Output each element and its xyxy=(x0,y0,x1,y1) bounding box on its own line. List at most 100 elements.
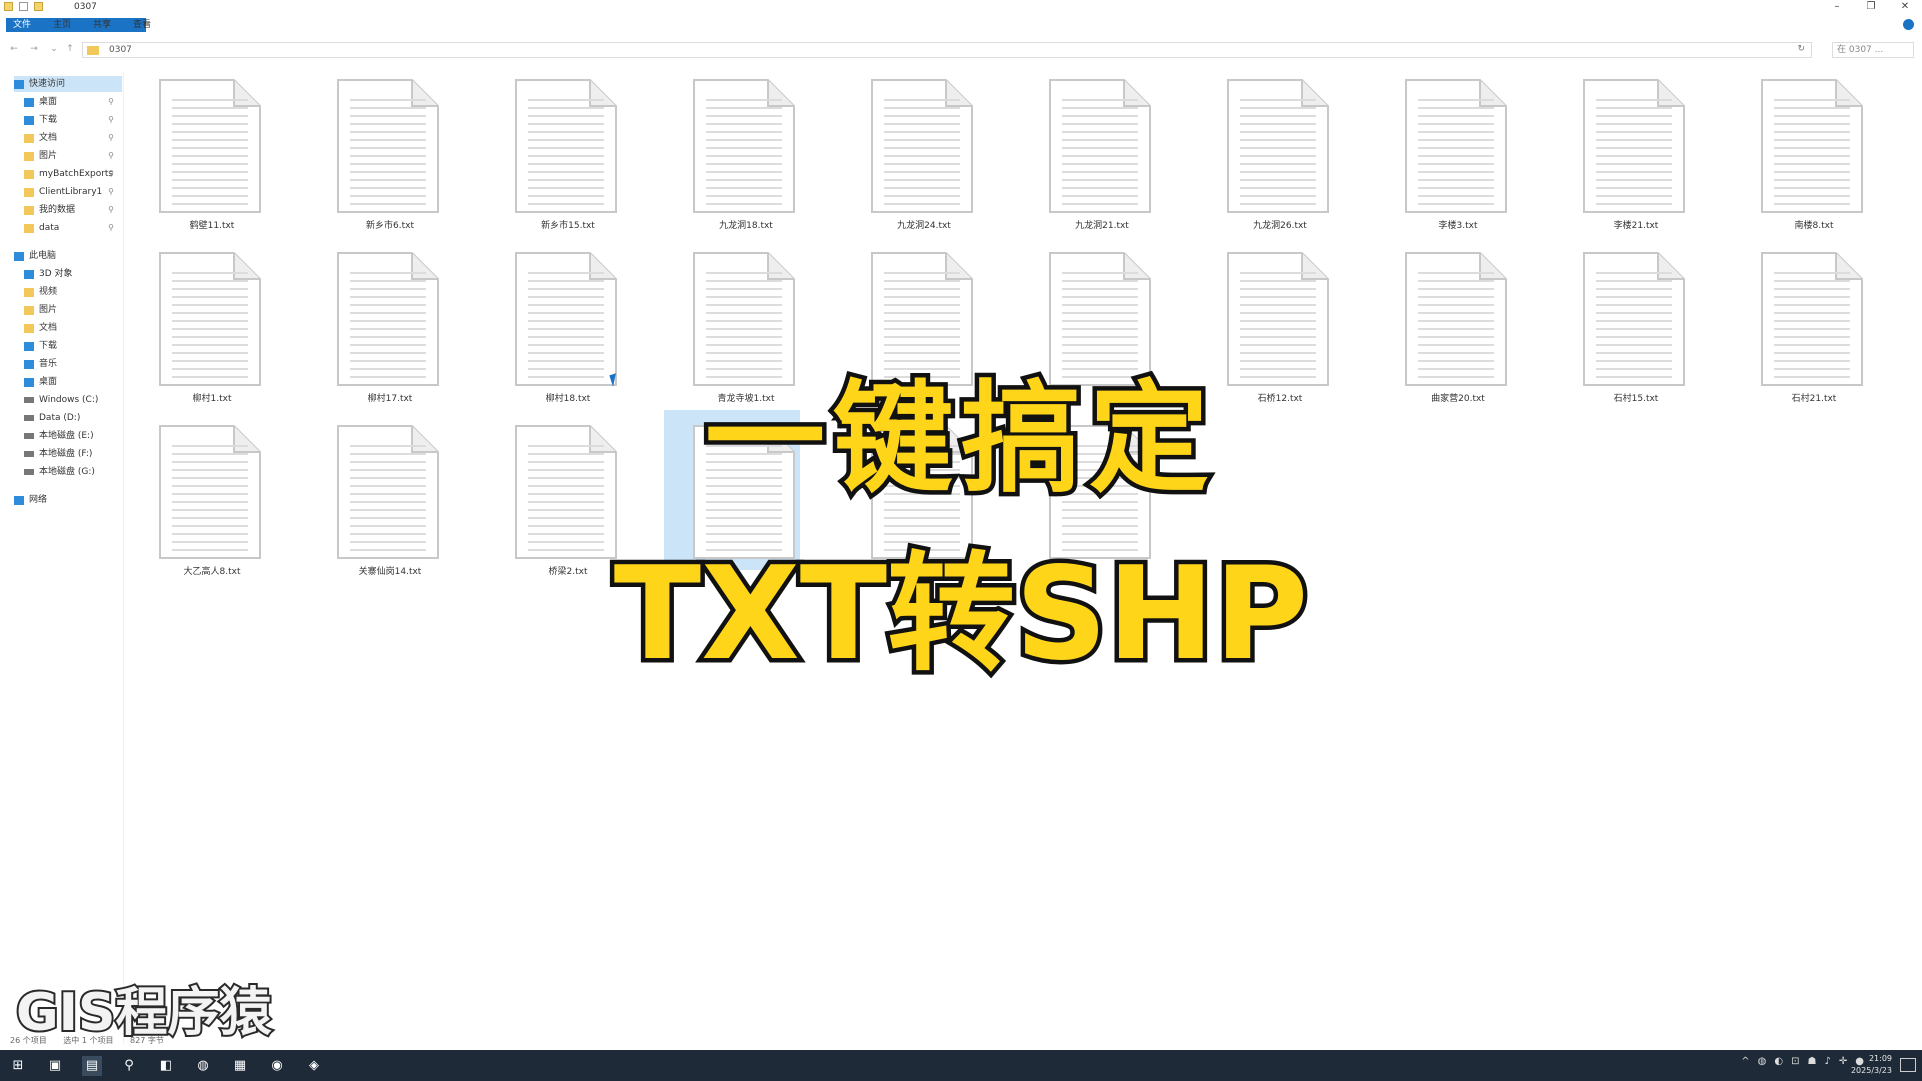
sidebar-item[interactable]: 下载 ⚲ xyxy=(24,112,120,128)
sidebar-item[interactable]: 视频 xyxy=(24,284,120,300)
sidebar-item-label: 文档 xyxy=(39,133,58,143)
text-file-icon xyxy=(1760,78,1864,214)
tray-icon[interactable]: ✛ xyxy=(1839,1056,1847,1067)
app3-taskbar-button[interactable]: ◈ xyxy=(304,1056,324,1076)
text-file-icon xyxy=(158,251,262,387)
search-input[interactable]: 在 0307 ... xyxy=(1832,42,1914,58)
video-icon xyxy=(24,287,34,297)
text-file-icon xyxy=(692,251,796,387)
tab-home[interactable]: 主页 xyxy=(46,18,78,32)
text-file-icon xyxy=(1226,78,1330,214)
selection-count: 选中 1 个项目 xyxy=(63,1036,114,1045)
address-field[interactable]: 0307 ↻ xyxy=(82,42,1812,58)
clock[interactable]: 21:09 2025/3/23 xyxy=(1851,1053,1892,1077)
close-button[interactable]: ✕ xyxy=(1888,0,1922,16)
text-file-icon xyxy=(1404,251,1508,387)
taskbar: ^ ◍ ◐ ⊡ ☗ ♪ ✛ ● 21:09 2025/3/23 ⊞ ▣ ▤ ⚲ ◧ ◍ ▦ ◉ ◈ xyxy=(0,1050,1922,1081)
sidebar-item-label: myBatchExports xyxy=(39,169,114,179)
folder-icon[interactable] xyxy=(4,2,13,11)
file-item[interactable]: 南楼8.txt xyxy=(1730,70,1870,242)
sidebar-item[interactable]: 此电脑 xyxy=(14,248,122,264)
window-title: 0307 xyxy=(74,2,97,12)
sidebar-item[interactable]: 桌面 ⚲ xyxy=(24,94,120,110)
sidebar-item[interactable]: myBatchExports ⚲ xyxy=(24,166,120,182)
notification-icon[interactable] xyxy=(1900,1058,1916,1072)
clock-time: 21:09 xyxy=(1868,1054,1892,1063)
app-taskbar-button[interactable]: ◧ xyxy=(156,1056,176,1076)
cube-icon xyxy=(24,269,34,279)
file-explorer-taskbar-button[interactable]: ▤ xyxy=(82,1056,102,1076)
file-item[interactable]: 九龙洞21.txt xyxy=(1018,70,1158,242)
tab-share[interactable]: 共享 xyxy=(86,18,118,32)
sidebar-item[interactable]: 文档 ⚲ xyxy=(24,130,120,146)
sidebar-item-label: 图片 xyxy=(39,305,58,315)
file-item[interactable]: 鹤壁11.txt xyxy=(128,70,268,242)
computer-icon xyxy=(14,251,24,261)
sidebar-item[interactable]: 下载 xyxy=(24,338,120,354)
folder-icon xyxy=(87,46,99,55)
sidebar-item[interactable]: 图片 xyxy=(24,302,120,318)
back-arrow-icon[interactable]: ← xyxy=(8,44,20,54)
up-arrow-icon[interactable]: ↑ xyxy=(64,44,76,54)
sidebar-item-label: 文档 xyxy=(39,323,58,333)
file-item[interactable]: 九龙洞26.txt xyxy=(1196,70,1336,242)
file-name: 新乡市15.txt xyxy=(541,221,595,231)
document-icon xyxy=(24,323,34,333)
picture-icon xyxy=(24,305,34,315)
sidebar-item-label: 桌面 xyxy=(39,97,58,107)
text-file-icon xyxy=(870,251,974,387)
text-file-icon xyxy=(692,78,796,214)
tray-icon[interactable]: ◐ xyxy=(1774,1056,1783,1067)
file-item[interactable]: 九龙洞24.txt xyxy=(840,70,980,242)
overlay-title: 一键搞定 xyxy=(701,366,1217,514)
tray-icon[interactable]: ◍ xyxy=(1758,1056,1767,1067)
address-bar-row: ← → ⌄ ↑ 0307 ↻ 在 0307 ... xyxy=(0,40,1922,60)
refresh-icon[interactable]: ↻ xyxy=(1797,44,1805,54)
new-folder-icon[interactable] xyxy=(34,2,43,11)
app2-taskbar-button[interactable]: ▦ xyxy=(230,1056,250,1076)
restore-button[interactable]: ❐ xyxy=(1854,0,1888,16)
file-item[interactable]: 李楼3.txt xyxy=(1374,70,1514,242)
tray-icon[interactable]: ⊡ xyxy=(1791,1056,1799,1067)
sidebar-item-label: 3D 对象 xyxy=(39,269,73,279)
chevron-down-icon[interactable]: ⌄ xyxy=(48,44,60,54)
sidebar-item[interactable]: 3D 对象 xyxy=(24,266,120,282)
sidebar-item[interactable]: 快速访问 xyxy=(14,76,122,92)
pin-icon: ⚲ xyxy=(108,223,114,232)
file-name: 李楼21.txt xyxy=(1613,221,1659,231)
task-view-button[interactable]: ▣ xyxy=(45,1056,65,1076)
pin-icon: ⚲ xyxy=(108,205,114,214)
sidebar-item[interactable]: 文档 xyxy=(24,320,120,336)
tab-view[interactable]: 查看 xyxy=(126,18,158,32)
folder-icon xyxy=(24,151,34,161)
chrome-taskbar-button[interactable]: ◉ xyxy=(267,1056,287,1076)
tray-icon[interactable]: ☗ xyxy=(1808,1056,1817,1067)
minimize-button[interactable]: – xyxy=(1820,0,1854,16)
file-item[interactable]: 新乡市15.txt xyxy=(484,70,624,242)
search-taskbar-button[interactable]: ⚲ xyxy=(119,1056,139,1076)
sidebar-item[interactable]: ClientLibrary1 ⚲ xyxy=(24,184,120,200)
window-controls: – ❐ ✕ xyxy=(1820,0,1922,16)
folder-icon xyxy=(24,223,34,233)
forward-arrow-icon[interactable]: → xyxy=(28,44,40,54)
help-icon[interactable] xyxy=(1903,19,1914,30)
sidebar-item[interactable]: data ⚲ xyxy=(24,220,120,236)
file-item[interactable]: 李楼21.txt xyxy=(1552,70,1692,242)
sidebar-item-label: 图片 xyxy=(39,151,58,161)
tray-icon[interactable]: ^ xyxy=(1741,1056,1749,1067)
folder-icon xyxy=(24,169,34,179)
selection-size: 827 字节 xyxy=(130,1036,164,1045)
wechat-taskbar-button[interactable]: ◍ xyxy=(193,1056,213,1076)
sidebar-item[interactable]: 我的数据 ⚲ xyxy=(24,202,120,218)
file-name: 南楼8.txt xyxy=(1794,221,1834,231)
file-name: 鹤壁11.txt xyxy=(189,221,235,231)
sidebar-item-label: 下载 xyxy=(39,341,58,351)
title-bar: 0307 – ❐ ✕ xyxy=(0,0,1922,16)
file-item[interactable]: 新乡市6.txt xyxy=(306,70,446,242)
properties-icon[interactable] xyxy=(19,2,28,11)
file-item[interactable]: 九龙洞18.txt xyxy=(662,70,802,242)
start-button[interactable]: ⊞ xyxy=(8,1056,28,1076)
tray-icon[interactable]: ♪ xyxy=(1824,1056,1830,1067)
text-file-icon xyxy=(1582,251,1686,387)
sidebar-item[interactable]: 图片 ⚲ xyxy=(24,148,120,164)
